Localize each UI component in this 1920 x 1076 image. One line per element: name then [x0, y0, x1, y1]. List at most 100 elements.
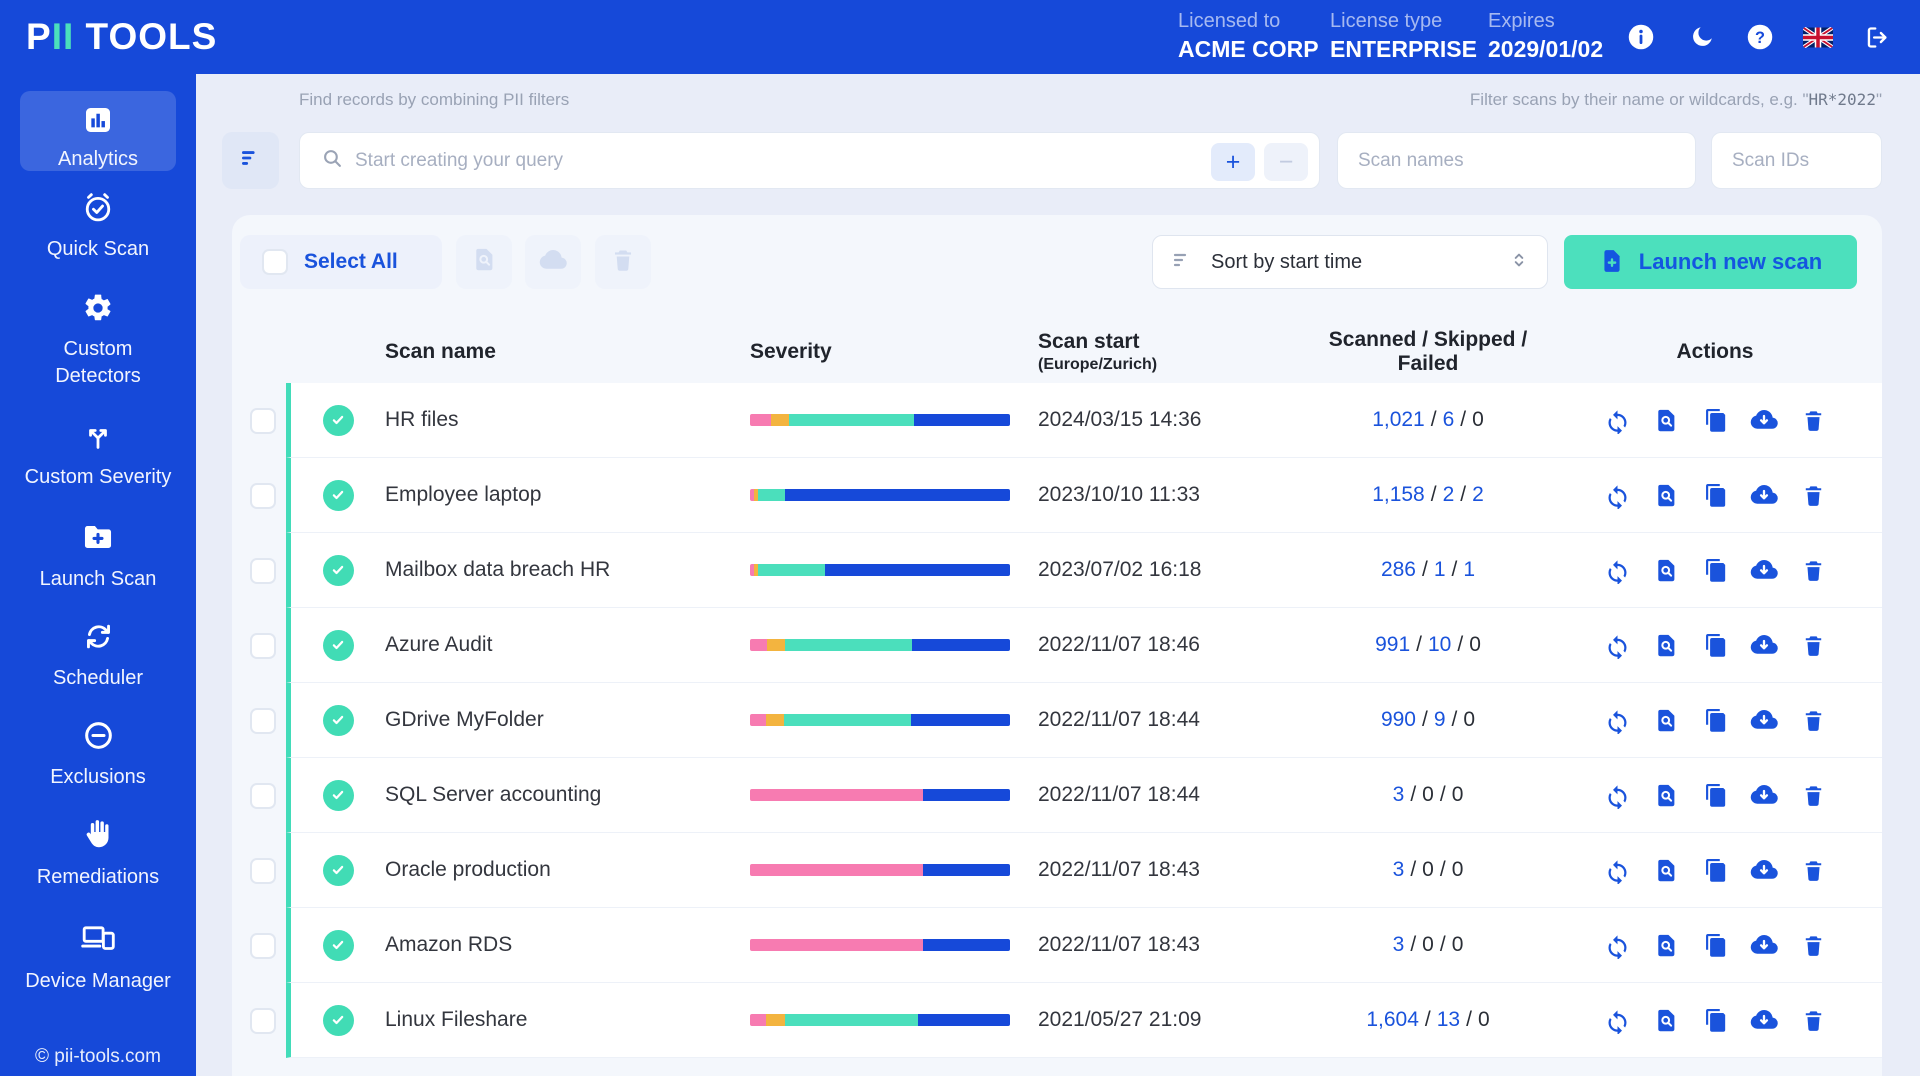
view-report-icon[interactable]	[1652, 481, 1680, 509]
rescan-icon[interactable]	[1603, 931, 1631, 959]
copy-icon[interactable]	[1701, 706, 1729, 734]
download-icon[interactable]	[1750, 631, 1778, 659]
download-icon[interactable]	[1750, 481, 1778, 509]
view-report-icon[interactable]	[1652, 706, 1680, 734]
skipped-count[interactable]: 13	[1437, 1008, 1460, 1031]
copy-icon[interactable]	[1701, 631, 1729, 659]
delete-icon[interactable]	[1799, 406, 1827, 434]
rescan-icon[interactable]	[1603, 631, 1631, 659]
scan-name[interactable]: HR files	[385, 408, 750, 432]
info-icon[interactable]	[1624, 20, 1658, 54]
failed-count[interactable]: 0	[1452, 933, 1464, 956]
view-report-icon[interactable]	[1652, 631, 1680, 659]
launch-new-scan-button[interactable]: Launch new scan	[1564, 235, 1857, 289]
download-icon[interactable]	[1750, 781, 1778, 809]
view-report-icon[interactable]	[1652, 1006, 1680, 1034]
failed-count[interactable]: 0	[1469, 633, 1481, 656]
view-report-icon[interactable]	[1652, 931, 1680, 959]
scan-ids-input[interactable]	[1712, 150, 1881, 172]
skipped-count[interactable]: 10	[1428, 633, 1451, 656]
sidebar-item-quick-scan[interactable]: Quick Scan	[0, 190, 196, 263]
copy-icon[interactable]	[1701, 556, 1729, 584]
rescan-icon[interactable]	[1603, 856, 1631, 884]
copy-icon[interactable]	[1701, 781, 1729, 809]
row-checkbox[interactable]	[250, 1008, 276, 1034]
download-icon[interactable]	[1750, 931, 1778, 959]
row-checkbox[interactable]	[250, 633, 276, 659]
select-all-checkbox[interactable]	[262, 249, 288, 275]
download-icon[interactable]	[1750, 406, 1778, 434]
scan-name[interactable]: Azure Audit	[385, 633, 750, 657]
scanned-count[interactable]: 286	[1381, 558, 1416, 581]
scanned-count[interactable]: 991	[1375, 633, 1410, 656]
skipped-count[interactable]: 0	[1422, 783, 1434, 806]
help-icon[interactable]: ?	[1743, 20, 1777, 54]
failed-count[interactable]: 0	[1452, 783, 1464, 806]
add-filter-button[interactable]: +	[1211, 143, 1255, 181]
sidebar-item-launch-scan[interactable]: Launch Scan	[0, 520, 196, 593]
scanned-count[interactable]: 990	[1381, 708, 1416, 731]
delete-icon[interactable]	[1799, 631, 1827, 659]
rescan-icon[interactable]	[1603, 406, 1631, 434]
scan-name[interactable]: SQL Server accounting	[385, 783, 750, 807]
copy-icon[interactable]	[1701, 856, 1729, 884]
rescan-icon[interactable]	[1603, 556, 1631, 584]
sidebar-item-custom-detectors[interactable]: Custom Detectors	[0, 292, 196, 390]
view-report-icon[interactable]	[1652, 781, 1680, 809]
scan-names-input[interactable]	[1338, 150, 1695, 172]
delete-icon[interactable]	[1799, 481, 1827, 509]
scanned-count[interactable]: 1,604	[1366, 1008, 1419, 1031]
view-report-icon[interactable]	[1652, 856, 1680, 884]
scanned-count[interactable]: 1,158	[1372, 483, 1425, 506]
scanned-count[interactable]: 3	[1393, 933, 1405, 956]
rescan-icon[interactable]	[1603, 781, 1631, 809]
row-checkbox[interactable]	[250, 708, 276, 734]
sidebar-item-device-manager[interactable]: Device Manager	[0, 920, 196, 995]
copy-icon[interactable]	[1701, 481, 1729, 509]
failed-count[interactable]: 0	[1478, 1008, 1490, 1031]
failed-count[interactable]: 0	[1472, 408, 1484, 431]
skipped-count[interactable]: 0	[1422, 933, 1434, 956]
sort-select[interactable]: Sort by start time	[1152, 235, 1548, 289]
scan-name[interactable]: Linux Fileshare	[385, 1008, 750, 1032]
row-checkbox[interactable]	[250, 408, 276, 434]
row-checkbox[interactable]	[250, 783, 276, 809]
scan-name[interactable]: Mailbox data breach HR	[385, 558, 750, 582]
failed-count[interactable]: 0	[1463, 708, 1475, 731]
sidebar-item-exclusions[interactable]: Exclusions	[0, 719, 196, 791]
scan-name[interactable]: Employee laptop	[385, 483, 750, 507]
skipped-count[interactable]: 2	[1443, 483, 1455, 506]
scanned-count[interactable]: 3	[1393, 858, 1405, 881]
dark-mode-icon[interactable]	[1685, 20, 1719, 54]
query-input[interactable]	[345, 150, 1319, 172]
download-icon[interactable]	[1750, 1006, 1778, 1034]
scan-name[interactable]: Amazon RDS	[385, 933, 750, 957]
failed-count[interactable]: 1	[1463, 558, 1475, 581]
language-flag-uk-icon[interactable]	[1801, 20, 1835, 54]
bulk-download-button-disabled[interactable]	[525, 235, 581, 289]
sidebar-item-custom-severity[interactable]: Custom Severity	[0, 420, 196, 491]
delete-icon[interactable]	[1799, 706, 1827, 734]
row-checkbox[interactable]	[250, 933, 276, 959]
skipped-count[interactable]: 0	[1422, 858, 1434, 881]
scan-name[interactable]: GDrive MyFolder	[385, 708, 750, 732]
download-icon[interactable]	[1750, 556, 1778, 584]
query-options-button[interactable]	[222, 132, 279, 189]
sidebar-item-remediations[interactable]: Remediations	[0, 816, 196, 891]
scan-name[interactable]: Oracle production	[385, 858, 750, 882]
failed-count[interactable]: 2	[1472, 483, 1484, 506]
logout-icon[interactable]	[1860, 20, 1894, 54]
row-checkbox[interactable]	[250, 483, 276, 509]
failed-count[interactable]: 0	[1452, 858, 1464, 881]
skipped-count[interactable]: 6	[1443, 408, 1455, 431]
download-icon[interactable]	[1750, 856, 1778, 884]
sidebar-item-scheduler[interactable]: Scheduler	[0, 620, 196, 692]
scanned-count[interactable]: 1,021	[1372, 408, 1425, 431]
view-report-icon[interactable]	[1652, 556, 1680, 584]
row-checkbox[interactable]	[250, 858, 276, 884]
copy-icon[interactable]	[1701, 931, 1729, 959]
delete-icon[interactable]	[1799, 781, 1827, 809]
copy-icon[interactable]	[1701, 406, 1729, 434]
delete-icon[interactable]	[1799, 1006, 1827, 1034]
skipped-count[interactable]: 1	[1434, 558, 1446, 581]
